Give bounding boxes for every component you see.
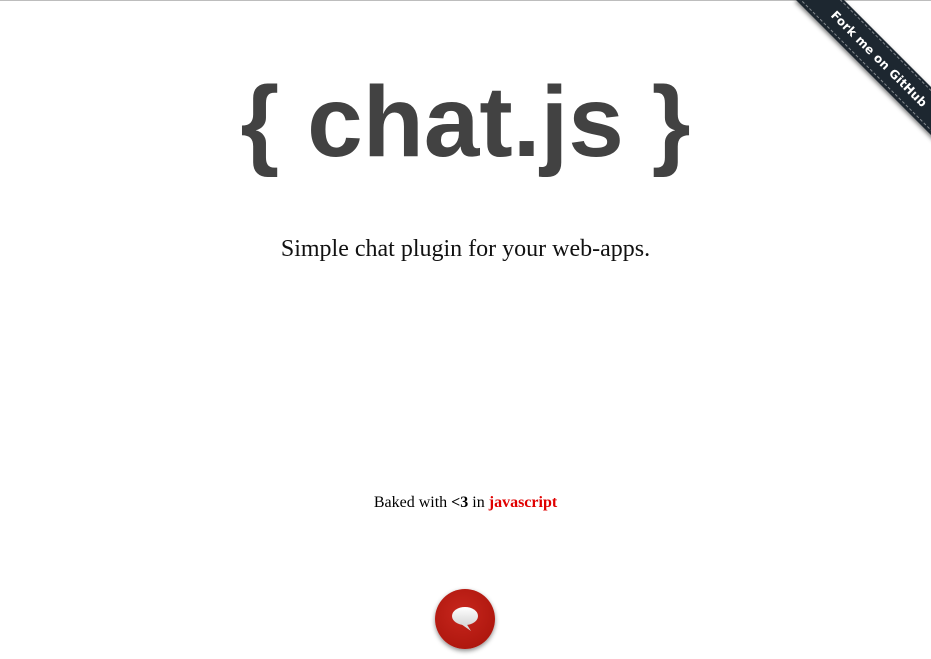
page-title: { chat.js } [240,66,691,178]
open-chat-button[interactable] [435,589,495,649]
speech-bubble-icon [452,607,478,631]
footer-heart: <3 [451,494,469,511]
footer-middle: in [472,494,485,511]
tagline: Simple chat plugin for your web-apps. [280,236,651,262]
footer-prefix: Baked with [373,494,448,511]
footer-credit: Baked with <3 in javascript [0,494,931,512]
javascript-link[interactable]: javascript [489,494,557,511]
